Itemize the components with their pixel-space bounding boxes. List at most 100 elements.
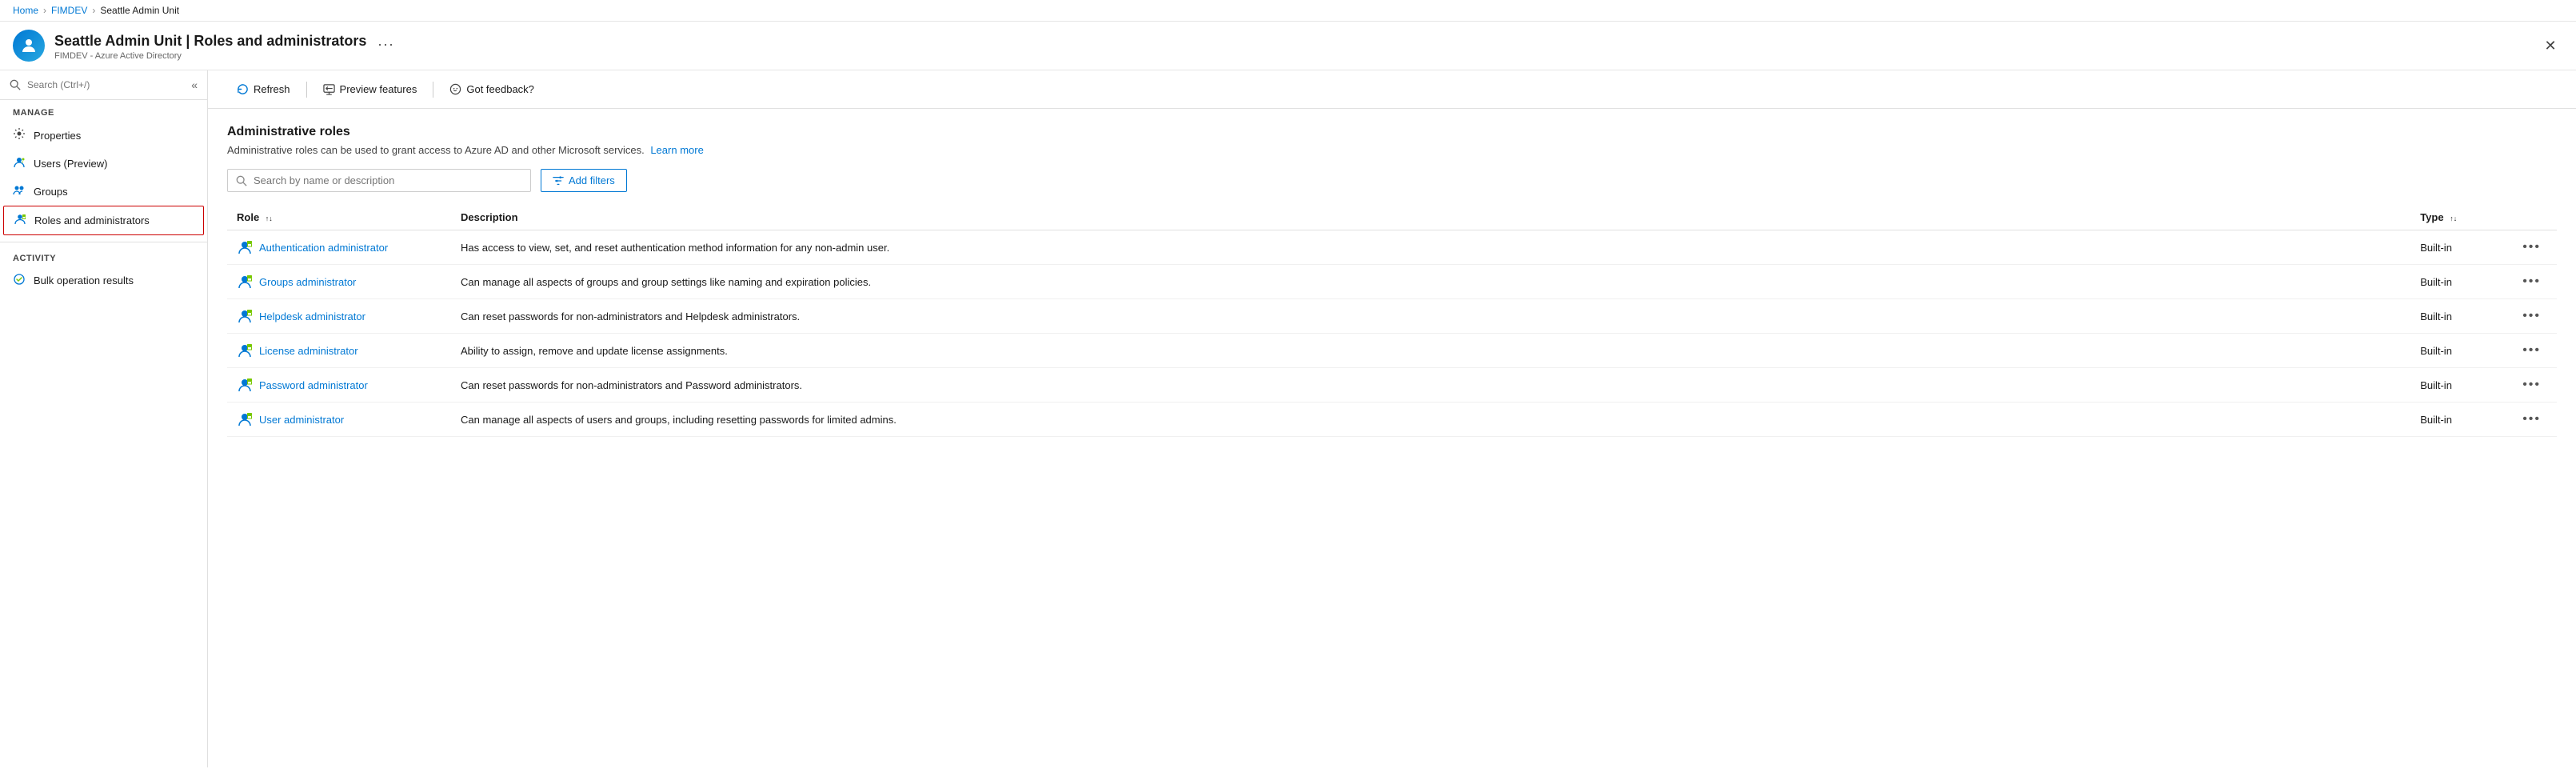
description-cell: Has access to view, set, and reset authe… bbox=[451, 230, 2410, 265]
users-icon bbox=[13, 156, 26, 171]
close-button[interactable]: ✕ bbox=[2538, 33, 2563, 58]
description-cell: Can manage all aspects of groups and gro… bbox=[451, 265, 2410, 299]
row-more-button[interactable]: ••• bbox=[2516, 238, 2547, 256]
header-title-section: Seattle Admin Unit | Roles and administr… bbox=[54, 31, 2538, 61]
type-cell: Built-in bbox=[2410, 299, 2506, 334]
role-cell: License administrator bbox=[227, 334, 451, 368]
breadcrumb: Home › FIMDEV › Seattle Admin Unit bbox=[0, 0, 2576, 22]
feedback-button[interactable]: Got feedback? bbox=[440, 78, 544, 100]
activity-section-label: Activity bbox=[0, 242, 207, 266]
feedback-label: Got feedback? bbox=[466, 83, 534, 95]
col-role: Role ↑↓ bbox=[227, 205, 451, 230]
role-name-link[interactable]: Authentication administrator bbox=[259, 242, 388, 254]
role-name-link[interactable]: License administrator bbox=[259, 345, 358, 357]
description-cell: Can reset passwords for non-administrato… bbox=[451, 368, 2410, 403]
role-cell: Groups administrator bbox=[227, 265, 451, 299]
table-row[interactable]: Helpdesk administrator Can reset passwor… bbox=[227, 299, 2557, 334]
table-row[interactable]: Authentication administrator Has access … bbox=[227, 230, 2557, 265]
table-row[interactable]: Password administrator Can reset passwor… bbox=[227, 368, 2557, 403]
role-name-link[interactable]: Groups administrator bbox=[259, 276, 356, 288]
layout: « Manage Properties bbox=[0, 70, 2576, 767]
role-name-link[interactable]: Password administrator bbox=[259, 379, 368, 391]
actions-cell[interactable]: ••• bbox=[2506, 368, 2557, 403]
filter-icon bbox=[553, 175, 564, 186]
roles-icon bbox=[14, 213, 26, 228]
page-header: Seattle Admin Unit | Roles and administr… bbox=[0, 22, 2576, 70]
toolbar: Refresh Preview features bbox=[208, 70, 2576, 109]
breadcrumb-sep1: › bbox=[43, 5, 46, 16]
role-name-link[interactable]: User administrator bbox=[259, 414, 344, 426]
refresh-label: Refresh bbox=[254, 83, 290, 95]
add-filters-label: Add filters bbox=[569, 174, 615, 186]
properties-icon bbox=[13, 127, 26, 143]
refresh-button[interactable]: Refresh bbox=[227, 78, 300, 100]
header-subtitle: FIMDEV - Azure Active Directory bbox=[54, 51, 2538, 61]
preview-label: Preview features bbox=[340, 83, 417, 95]
more-options-button[interactable]: ... bbox=[373, 31, 399, 51]
row-more-button[interactable]: ••• bbox=[2516, 307, 2547, 325]
table-row[interactable]: License administrator Ability to assign,… bbox=[227, 334, 2557, 368]
actions-cell[interactable]: ••• bbox=[2506, 230, 2557, 265]
section-description: Administrative roles can be used to gran… bbox=[227, 144, 2557, 156]
actions-cell[interactable]: ••• bbox=[2506, 334, 2557, 368]
collapse-button[interactable]: « bbox=[191, 78, 198, 91]
search-input[interactable] bbox=[27, 79, 185, 90]
preview-icon bbox=[323, 83, 335, 95]
table-row[interactable]: Groups administrator Can manage all aspe… bbox=[227, 265, 2557, 299]
description-cell: Can manage all aspects of users and grou… bbox=[451, 403, 2410, 437]
role-icon bbox=[237, 308, 253, 324]
row-more-button[interactable]: ••• bbox=[2516, 376, 2547, 394]
description-cell: Can reset passwords for non-administrato… bbox=[451, 299, 2410, 334]
role-cell: Helpdesk administrator bbox=[227, 299, 451, 334]
role-cell: User administrator bbox=[227, 403, 451, 437]
sidebar-item-roles[interactable]: Roles and administrators bbox=[3, 206, 204, 235]
sidebar-label-roles: Roles and administrators bbox=[34, 214, 150, 226]
roles-table: Role ↑↓ Description Type ↑↓ bbox=[227, 205, 2557, 437]
sidebar-item-users[interactable]: Users (Preview) bbox=[0, 150, 207, 178]
sidebar-item-properties[interactable]: Properties bbox=[0, 121, 207, 150]
role-icon bbox=[237, 239, 253, 255]
role-icon bbox=[237, 342, 253, 358]
type-cell: Built-in bbox=[2410, 368, 2506, 403]
type-sort-icon[interactable]: ↑↓ bbox=[2450, 214, 2457, 222]
type-cell: Built-in bbox=[2410, 403, 2506, 437]
row-more-button[interactable]: ••• bbox=[2516, 273, 2547, 290]
actions-cell[interactable]: ••• bbox=[2506, 299, 2557, 334]
col-description: Description bbox=[451, 205, 2410, 230]
search-box-icon bbox=[236, 175, 247, 186]
role-cell: Password administrator bbox=[227, 368, 451, 403]
breadcrumb-fimdev[interactable]: FIMDEV bbox=[51, 5, 87, 16]
manage-section-label: Manage bbox=[0, 100, 207, 121]
table-row[interactable]: User administrator Can manage all aspect… bbox=[227, 403, 2557, 437]
sidebar-label-bulk-ops: Bulk operation results bbox=[34, 274, 134, 286]
role-icon bbox=[237, 274, 253, 290]
preview-features-button[interactable]: Preview features bbox=[314, 78, 427, 100]
role-name-link[interactable]: Helpdesk administrator bbox=[259, 310, 365, 322]
sidebar-search-row: « bbox=[0, 70, 207, 100]
sidebar-item-groups[interactable]: Groups bbox=[0, 178, 207, 206]
add-filters-button[interactable]: Add filters bbox=[541, 169, 627, 192]
actions-cell[interactable]: ••• bbox=[2506, 403, 2557, 437]
breadcrumb-current: Seattle Admin Unit bbox=[100, 5, 179, 16]
avatar bbox=[13, 30, 45, 62]
role-cell: Authentication administrator bbox=[227, 230, 451, 265]
role-sort-icon[interactable]: ↑↓ bbox=[266, 214, 273, 222]
sidebar-label-properties: Properties bbox=[34, 130, 81, 142]
row-more-button[interactable]: ••• bbox=[2516, 342, 2547, 359]
search-box[interactable] bbox=[227, 169, 531, 192]
learn-more-link[interactable]: Learn more bbox=[650, 144, 703, 156]
refresh-icon bbox=[237, 83, 249, 95]
row-more-button[interactable]: ••• bbox=[2516, 411, 2547, 428]
page-title: Seattle Admin Unit | Roles and administr… bbox=[54, 33, 366, 50]
table-header-row: Role ↑↓ Description Type ↑↓ bbox=[227, 205, 2557, 230]
content-area: Administrative roles Administrative role… bbox=[208, 109, 2576, 453]
search-input-roles[interactable] bbox=[254, 174, 522, 186]
search-icon bbox=[10, 79, 21, 90]
actions-cell[interactable]: ••• bbox=[2506, 265, 2557, 299]
role-icon bbox=[237, 411, 253, 427]
breadcrumb-sep2: › bbox=[92, 5, 95, 16]
sidebar-item-bulk-ops[interactable]: Bulk operation results bbox=[0, 266, 207, 294]
toolbar-separator1 bbox=[306, 82, 307, 98]
section-title: Administrative roles bbox=[227, 125, 2557, 139]
breadcrumb-home[interactable]: Home bbox=[13, 5, 38, 16]
